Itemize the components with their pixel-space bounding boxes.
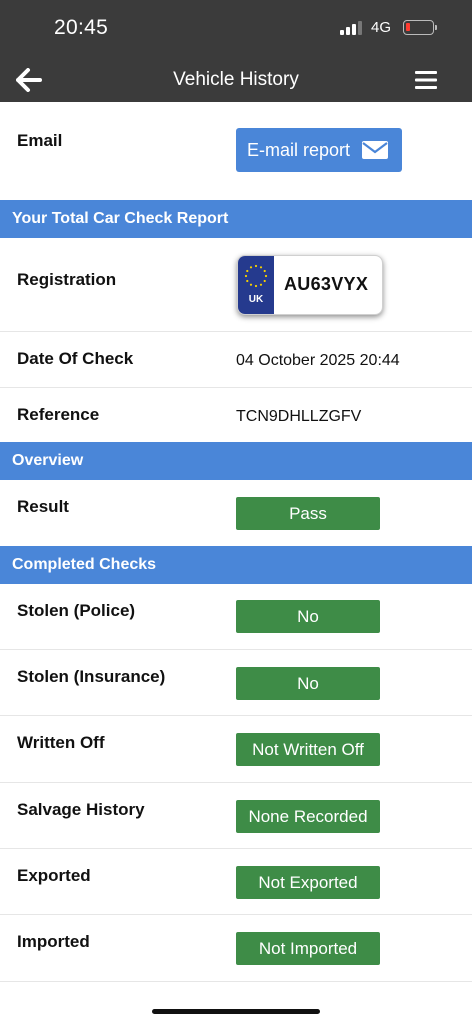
report-section-header: Your Total Car Check Report: [0, 200, 472, 238]
check-label: Written Off: [17, 733, 105, 752]
reference-row: Reference TCN9DHLLZGFV: [0, 388, 472, 442]
result-row: Result Pass: [0, 480, 472, 546]
registration-row: Registration UK AU63VYX: [0, 238, 472, 332]
check-row: Stolen (Police) No: [0, 584, 472, 650]
plate-flag: UK: [238, 256, 274, 314]
reference-value: TCN9DHLLZGFV: [236, 408, 362, 425]
check-row: Salvage History None Recorded: [0, 783, 472, 849]
date-of-check-label: Date Of Check: [17, 349, 134, 368]
check-row: Written Off Not Written Off: [0, 716, 472, 783]
check-status-badge: Not Written Off: [236, 733, 380, 766]
nav-bar: Vehicle History: [0, 58, 472, 102]
check-status-badge: Not Imported: [236, 932, 380, 965]
check-row: Imported Not Imported: [0, 915, 472, 982]
home-indicator[interactable]: [152, 1009, 320, 1014]
check-status-badge: No: [236, 667, 380, 700]
network-type: 4G: [371, 19, 392, 36]
eu-stars-icon: [244, 264, 268, 288]
email-report-label: E-mail report: [247, 139, 351, 160]
result-label: Result: [17, 497, 69, 516]
check-label: Imported: [17, 932, 90, 951]
number-plate: UK AU63VYX: [237, 255, 383, 315]
status-time: 20:45: [54, 16, 109, 39]
hamburger-menu-icon[interactable]: [414, 70, 438, 90]
check-row: Exported Not Exported: [0, 849, 472, 915]
completed-checks-header: Completed Checks: [0, 546, 472, 584]
date-of-check-value: 04 October 2025 20:44: [236, 352, 400, 369]
check-label: Salvage History: [17, 800, 145, 819]
reference-label: Reference: [17, 405, 100, 424]
check-status-badge: No: [236, 600, 380, 633]
battery-tip: [435, 25, 437, 30]
check-label: Exported: [17, 866, 91, 885]
envelope-icon: [362, 141, 389, 159]
plate-country-code: UK: [248, 294, 264, 305]
battery-icon: [403, 20, 434, 35]
email-row: Email E-mail report: [0, 102, 472, 200]
check-label: Stolen (Police): [17, 601, 136, 620]
signal-strength-icon: [340, 21, 366, 35]
registration-label: Registration: [17, 270, 117, 289]
email-report-button[interactable]: E-mail report: [236, 128, 402, 172]
check-status-badge: Not Exported: [236, 866, 380, 899]
check-status-badge: None Recorded: [236, 800, 380, 833]
check-row: Stolen (Insurance) No: [0, 650, 472, 716]
check-label: Stolen (Insurance): [17, 667, 166, 686]
page-title: Vehicle History: [173, 69, 299, 90]
plate-number: AU63VYX: [284, 274, 369, 294]
status-bar: 20:45 4G: [0, 0, 472, 58]
email-label: Email: [17, 131, 63, 150]
result-badge: Pass: [236, 497, 380, 530]
date-of-check-row: Date Of Check 04 October 2025 20:44: [0, 332, 472, 388]
overview-section-header: Overview: [0, 442, 472, 480]
